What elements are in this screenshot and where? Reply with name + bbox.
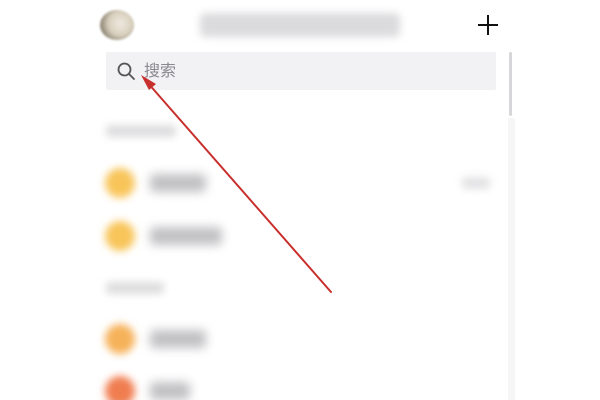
list-item-icon bbox=[105, 376, 135, 400]
search-icon bbox=[117, 62, 135, 80]
section-header bbox=[106, 125, 176, 137]
scrollbar-track bbox=[508, 118, 515, 400]
list-item-icon bbox=[105, 168, 135, 198]
list-item-label bbox=[150, 174, 206, 192]
search-placeholder: 搜索 bbox=[144, 61, 177, 80]
list-item-label bbox=[150, 382, 190, 400]
scrollbar-thumb[interactable] bbox=[509, 52, 512, 116]
plus-icon[interactable] bbox=[477, 14, 499, 36]
section-header bbox=[106, 282, 164, 294]
list-item-icon bbox=[105, 324, 135, 354]
search-input[interactable]: 搜索 bbox=[106, 52, 496, 90]
list-item-label bbox=[150, 330, 206, 348]
list-item-label bbox=[150, 227, 222, 245]
list-item-meta bbox=[462, 177, 490, 189]
avatar[interactable] bbox=[100, 10, 134, 40]
account-name-blurred bbox=[200, 13, 400, 37]
list-item-icon bbox=[105, 221, 135, 251]
app-window: 搜索 bbox=[0, 0, 600, 400]
